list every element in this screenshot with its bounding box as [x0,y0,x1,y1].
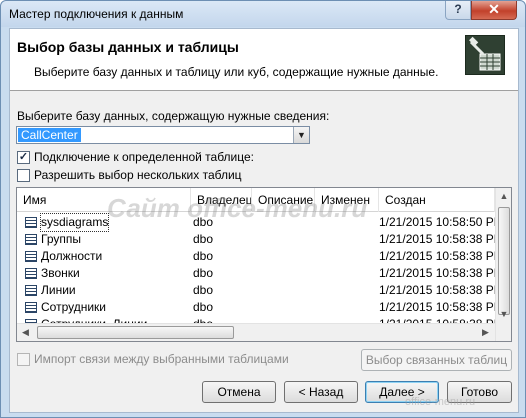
row-created: 1/21/2015 10:58:38 PM [379,266,504,280]
table-row[interactable]: Группы dbo 1/21/2015 10:58:38 PM [17,231,511,248]
row-created: 1/21/2015 10:58:38 PM [379,232,504,246]
connect-specific-table-label: Подключение к определенной таблице: [34,150,255,164]
scroll-up-icon[interactable]: ▲ [496,188,511,205]
table-icon [25,268,37,279]
table-row[interactable]: Сотрудники dbo 1/21/2015 10:58:38 PM [17,299,511,316]
row-owner: dbo [193,249,214,263]
row-owner: dbo [193,283,214,297]
row-owner: dbo [193,300,214,314]
table-icon [25,234,37,245]
table-icon [25,217,37,228]
wizard-header: Выбор базы данных и таблицы Выберите баз… [10,29,518,91]
row-owner: dbo [193,266,214,280]
row-created: 1/21/2015 10:58:38 PM [379,283,504,297]
close-button[interactable]: ✕ [471,1,517,20]
vertical-scroll-thumb[interactable] [498,207,510,315]
row-created: 1/21/2015 10:58:38 PM [379,249,504,263]
database-connect-icon [465,35,505,75]
connect-specific-table-checkbox[interactable]: ✓ [17,151,30,164]
footer-watermark: office-menu.ru [405,396,476,408]
row-created: 1/21/2015 10:58:50 PM [379,215,504,229]
row-name: Должности [41,249,103,263]
multi-select-label: Разрешить выбор нескольких таблиц [34,168,242,182]
site-watermark: Сайт office-menu.ru [107,193,368,223]
multi-select-checkbox[interactable] [17,169,30,182]
select-related-tables-button[interactable]: Выбор связанных таблиц [361,349,512,371]
column-created[interactable]: Создан [379,188,495,212]
row-name: Звонки [41,266,80,280]
window-title: Мастер подключения к данным [9,7,184,21]
row-name: sysdiagrams [39,213,110,232]
page-subtitle: Выберите базу данных и таблицу или куб, … [34,65,439,79]
table-icon [25,302,37,313]
help-button[interactable]: ? [445,1,471,20]
import-relations-checkbox[interactable] [17,353,30,366]
chevron-down-icon[interactable]: ▼ [293,127,309,143]
import-relations-label: Импорт связи между выбранными таблицами [34,352,289,366]
horizontal-scrollbar[interactable]: ◀ ▶ [17,323,495,341]
scroll-down-icon[interactable]: ▼ [496,306,511,323]
row-name: Сотрудники [41,300,106,314]
table-row[interactable]: Линии dbo 1/21/2015 10:58:38 PM [17,282,511,299]
database-select[interactable]: CallCenter ▼ [16,126,310,144]
row-owner: dbo [193,232,214,246]
back-button[interactable]: < Назад [284,381,358,403]
table-icon [25,285,37,296]
table-icon [25,251,37,262]
title-bar[interactable]: Мастер подключения к данным ? ✕ [1,1,525,27]
table-row[interactable]: Звонки dbo 1/21/2015 10:58:38 PM [17,265,511,282]
database-selected-value: CallCenter [18,128,81,142]
scroll-right-icon[interactable]: ▶ [477,324,494,341]
row-name: Линии [41,283,76,297]
page-title: Выбор базы данных и таблицы [17,39,239,55]
horizontal-scroll-thumb[interactable] [37,326,234,339]
vertical-scrollbar[interactable]: ▲ ▼ [495,188,511,341]
database-label: Выберите базу данных, содержащую нужные … [17,109,330,123]
table-row[interactable]: Должности dbo 1/21/2015 10:58:38 PM [17,248,511,265]
row-name: Группы [41,232,81,246]
row-created: 1/21/2015 10:58:38 PM [379,300,504,314]
scroll-left-icon[interactable]: ◀ [17,324,34,341]
cancel-button[interactable]: Отмена [202,381,276,403]
